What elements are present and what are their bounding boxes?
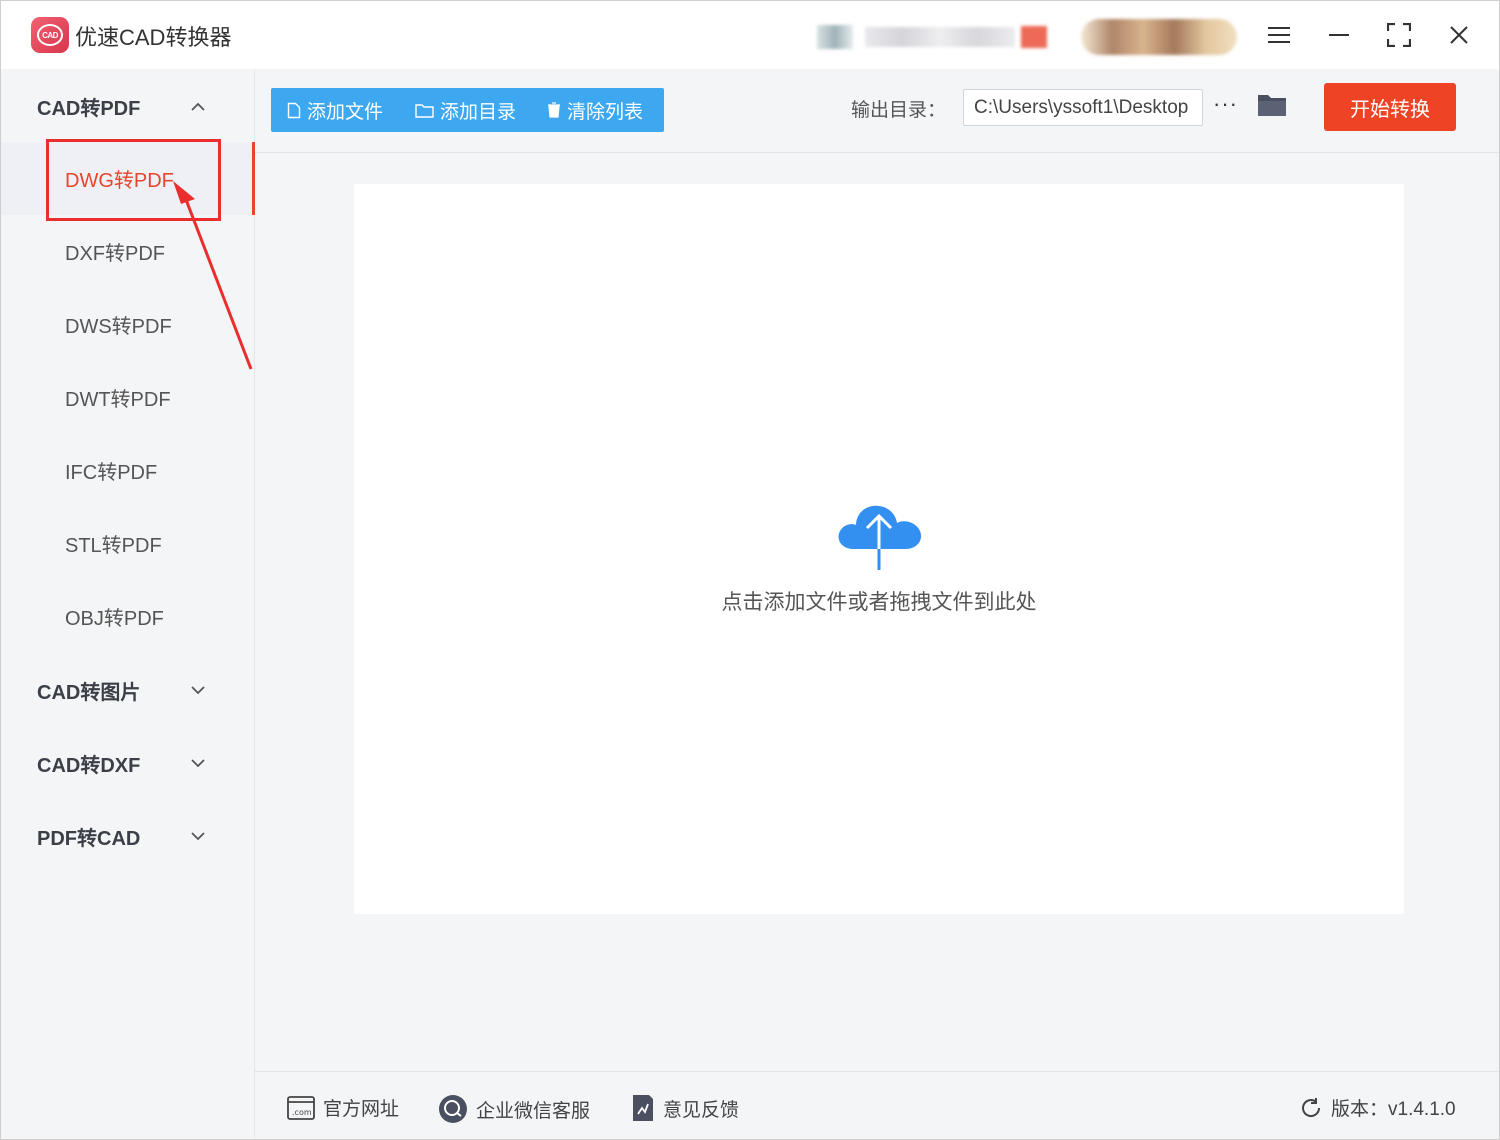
website-label: 官方网址 (323, 1099, 400, 1120)
file-button-group: 添加文件 添加目录 清除列表 (271, 88, 664, 132)
maximize-button[interactable] (1381, 17, 1417, 53)
chevron-down-icon (191, 682, 205, 698)
close-button[interactable] (1441, 17, 1477, 53)
website-icon: .com (287, 1095, 315, 1120)
sidebar: CAD转PDF DWG转PDF DXF转PDF DWS转PDF DWT转PDF … (1, 69, 255, 1139)
avatar-blurred[interactable] (1081, 19, 1237, 55)
logo-text: CAD (37, 24, 63, 46)
sidebar-item-label: DWT转PDF (65, 389, 171, 411)
sidebar-item-label: DWG转PDF (65, 170, 174, 192)
sidebar-item-dwt-to-pdf[interactable]: DWT转PDF (1, 361, 255, 434)
group-cad-to-image[interactable]: CAD转图片 (37, 670, 217, 710)
chat-icon (439, 1095, 467, 1123)
add-folder-label: 添加目录 (440, 101, 517, 123)
sidebar-item-label: OBJ转PDF (65, 608, 164, 630)
close-icon (1450, 26, 1468, 44)
file-icon (287, 102, 301, 118)
footer: .com 官方网址 企业微信客服 意见反馈 版本：v1.4.1.0 (255, 1071, 1499, 1139)
group-label: CAD转DXF (37, 754, 141, 777)
chevron-down-icon (191, 755, 205, 771)
group-cad-to-pdf[interactable]: CAD转PDF (37, 86, 217, 126)
sidebar-item-stl-to-pdf[interactable]: STL转PDF (1, 507, 255, 580)
feedback-icon (633, 1095, 653, 1121)
menu-button[interactable] (1261, 17, 1297, 53)
sidebar-item-dws-to-pdf[interactable]: DWS转PDF (1, 288, 255, 361)
maximize-icon (1387, 23, 1411, 47)
official-website-link[interactable]: .com 官方网址 (287, 1094, 399, 1121)
minimize-button[interactable] (1321, 17, 1357, 53)
open-folder-button[interactable] (1257, 93, 1287, 122)
refresh-icon (1302, 1097, 1321, 1117)
feedback-label: 意见反馈 (663, 1099, 740, 1121)
cloud-upload-icon (838, 505, 922, 570)
minimize-icon (1329, 34, 1349, 36)
drop-hint: 点击添加文件或者拖拽文件到此处 (721, 591, 1037, 614)
sidebar-item-label: STL转PDF (65, 535, 162, 557)
folder-icon (1258, 95, 1286, 116)
group-label: CAD转图片 (37, 681, 141, 704)
folder-outline-icon (415, 103, 434, 118)
trash-icon (548, 102, 560, 118)
group-cad-to-dxf[interactable]: CAD转DXF (37, 743, 217, 783)
wechat-service-link[interactable]: 企业微信客服 (438, 1094, 590, 1124)
version-label: 版本：v1.4.1.0 (1331, 1099, 1456, 1120)
add-file-label: 添加文件 (307, 101, 384, 123)
title-bar: CAD 优速CAD转换器 (1, 1, 1499, 69)
toolbar: 添加文件 添加目录 清除列表 输出目录： ··· 开始转换 (255, 69, 1499, 153)
group-pdf-to-cad[interactable]: PDF转CAD (37, 816, 217, 856)
app-window: CAD 优速CAD转换器 CAD转PDF DWG转PDF DXF转PDF DWS… (0, 0, 1500, 1140)
clear-list-label: 清除列表 (567, 101, 644, 123)
version-check[interactable]: 版本：v1.4.1.0 (1299, 1094, 1456, 1121)
svg-text:.com: .com (292, 1108, 312, 1117)
account-info-blurred[interactable] (817, 25, 1057, 49)
chevron-up-icon (191, 98, 205, 114)
app-title: 优速CAD转换器 (75, 25, 232, 50)
start-convert-button[interactable]: 开始转换 (1324, 83, 1456, 131)
wechat-label: 企业微信客服 (476, 1100, 591, 1122)
add-file-button[interactable]: 添加文件 (287, 88, 383, 132)
group-label: CAD转PDF (37, 97, 141, 120)
clear-list-button[interactable]: 清除列表 (547, 88, 643, 132)
sidebar-item-label: DXF转PDF (65, 243, 165, 265)
output-dir-input[interactable] (963, 89, 1203, 126)
file-drop-zone[interactable]: 点击添加文件或者拖拽文件到此处 (354, 184, 1404, 914)
sidebar-item-label: IFC转PDF (65, 462, 158, 484)
menu-icon (1268, 27, 1290, 43)
add-folder-button[interactable]: 添加目录 (415, 88, 516, 132)
more-options-button[interactable]: ··· (1213, 91, 1238, 117)
output-dir-label: 输出目录： (851, 100, 947, 121)
sidebar-item-ifc-to-pdf[interactable]: IFC转PDF (1, 434, 255, 507)
sidebar-item-obj-to-pdf[interactable]: OBJ转PDF (1, 580, 255, 653)
feedback-link[interactable]: 意见反馈 (631, 1094, 739, 1122)
chevron-down-icon (191, 828, 205, 844)
group-label: PDF转CAD (37, 827, 141, 850)
sidebar-item-dxf-to-pdf[interactable]: DXF转PDF (1, 215, 255, 288)
app-logo-icon: CAD (31, 17, 69, 53)
sidebar-item-dwg-to-pdf[interactable]: DWG转PDF (1, 142, 255, 215)
sidebar-item-label: DWS转PDF (65, 316, 172, 338)
